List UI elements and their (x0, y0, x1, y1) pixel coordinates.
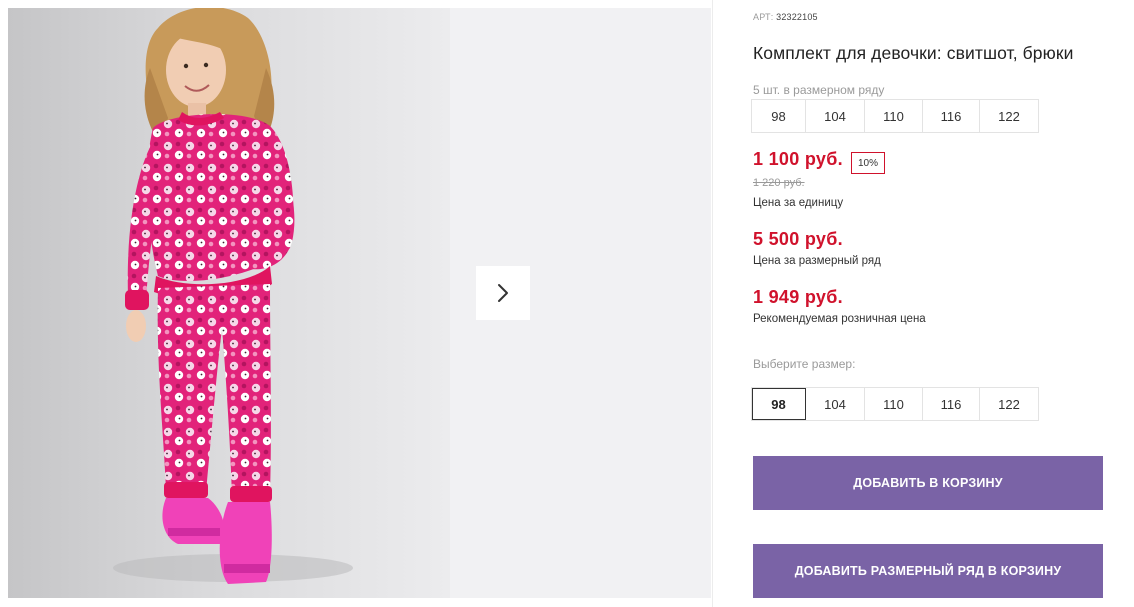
article-number: АРТ: 32322105 (753, 12, 818, 22)
discount-badge: 10% (851, 152, 886, 174)
size-option-116[interactable]: 116 (923, 388, 980, 420)
pack-size-cell: 110 (865, 100, 923, 132)
article-value: 32322105 (776, 12, 818, 22)
size-option-110[interactable]: 110 (865, 388, 923, 420)
pack-size-cell: 116 (923, 100, 980, 132)
old-price: 1 220 руб. (753, 177, 805, 189)
article-label: АРТ: (753, 12, 774, 22)
retail-price: 1 949 руб. (753, 287, 843, 307)
gallery-next-button[interactable] (476, 266, 530, 320)
choose-size-label: Выберите размер: (753, 357, 856, 371)
pack-price: 5 500 руб. (753, 229, 843, 249)
column-divider (712, 0, 713, 607)
pack-size-cell: 98 (752, 100, 806, 132)
size-selector: 98 104 110 116 122 (751, 387, 1039, 421)
pack-size-cell: 122 (998, 108, 1020, 124)
unit-price: 1 100 руб. (753, 149, 843, 169)
size-option-98[interactable]: 98 (752, 388, 806, 420)
size-option-122[interactable]: 122 (980, 388, 1038, 420)
girl-in-pink-outfit-image (113, 8, 353, 584)
size-option-104[interactable]: 104 (806, 388, 865, 420)
size-pack-list: 98 104 110 116 122 (751, 99, 1039, 133)
product-title: Комплект для девочки: свитшот, брюки (753, 43, 1074, 63)
product-gallery (8, 8, 711, 598)
retail-price-caption: Рекомендуемая розничная цена (753, 313, 926, 325)
pack-price-caption: Цена за размерный ряд (753, 255, 881, 267)
add-size-pack-to-cart-button[interactable]: ДОБАВИТЬ РАЗМЕРНЫЙ РЯД В КОРЗИНУ (753, 544, 1103, 598)
add-to-cart-button[interactable]: ДОБАВИТЬ В КОРЗИНУ (753, 456, 1103, 510)
product-photo[interactable] (8, 8, 450, 598)
unit-price-caption: Цена за единицу (753, 197, 844, 209)
size-pack-label: 5 шт. в размерном ряду (753, 83, 885, 97)
pack-size-cell: 104 (806, 100, 865, 132)
chevron-right-icon (498, 284, 508, 302)
